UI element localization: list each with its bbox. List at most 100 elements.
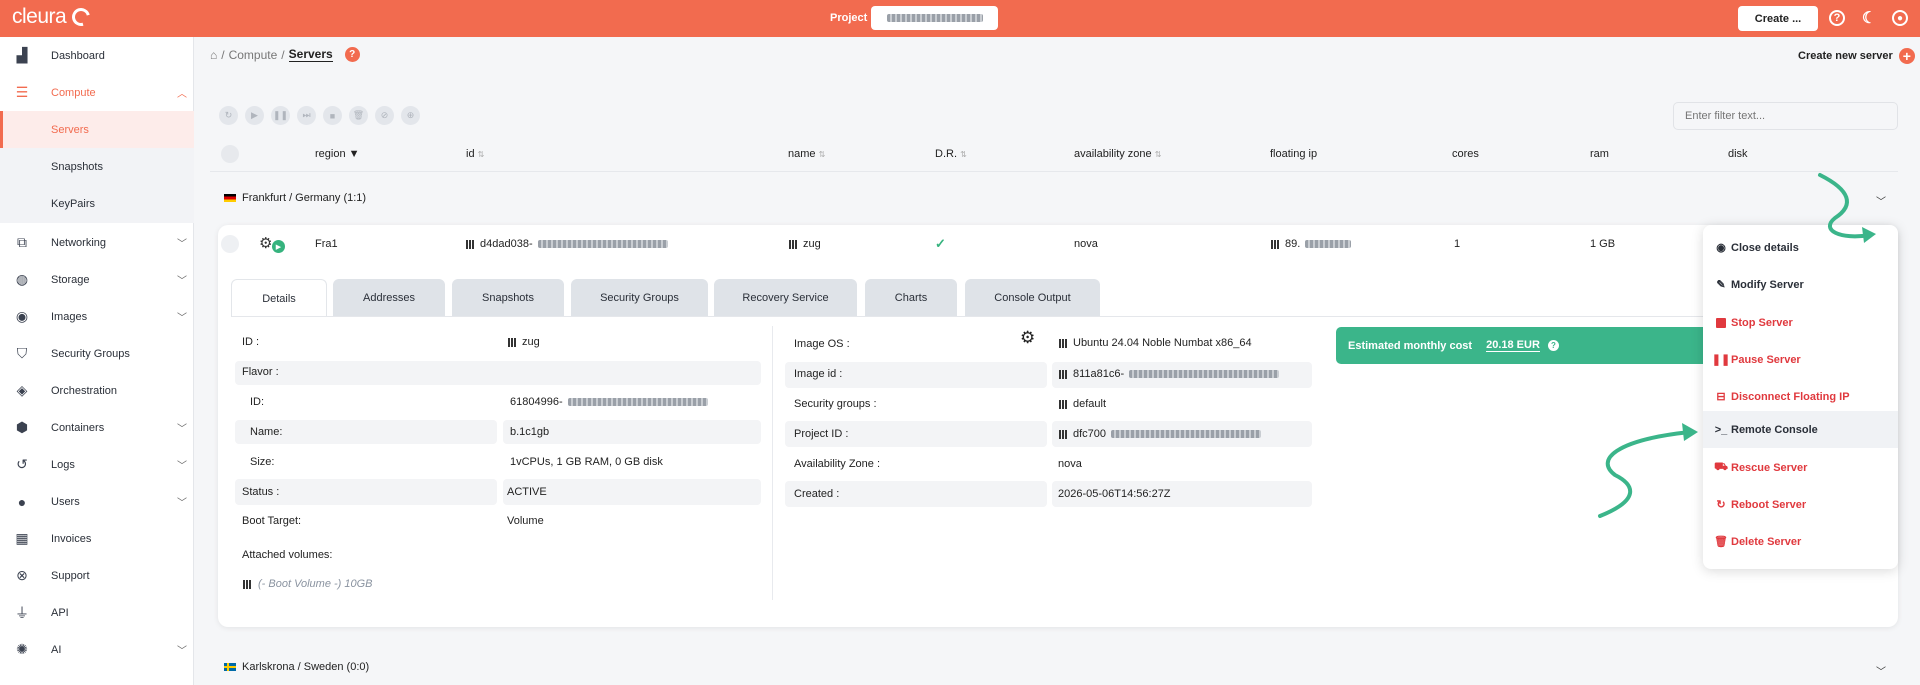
- menu-item-reboot-server[interactable]: ↻ Reboot Server: [1703, 486, 1898, 523]
- home-icon[interactable]: ⌂: [210, 48, 217, 62]
- menu-item-pause-server[interactable]: ❚❚ Pause Server: [1703, 341, 1898, 378]
- image-id-label: Image id :: [794, 368, 843, 380]
- menu-item-label: Rescue Server: [1731, 461, 1808, 474]
- help-icon[interactable]: ?: [344, 47, 360, 62]
- cancel-icon[interactable]: ⊘: [375, 106, 394, 125]
- sort-icon: ⇅: [477, 150, 485, 159]
- help-icon[interactable]: ?: [1547, 340, 1559, 351]
- sidebar-item-keypairs[interactable]: KeyPairs: [0, 185, 194, 222]
- plus-icon[interactable]: ⊕: [401, 106, 420, 125]
- sidebar-item-containers[interactable]: ⬢ Containers ﹀: [0, 409, 194, 446]
- column-header-region[interactable]: region ▼: [315, 148, 360, 160]
- cost-value[interactable]: 20.18 EUR: [1486, 339, 1540, 352]
- create-server-button[interactable]: Create new server +: [1798, 48, 1915, 64]
- breadcrumb: ⌂ / Compute / Servers ?: [210, 47, 360, 62]
- sidebar-item-support[interactable]: ⊗ Support: [0, 557, 194, 594]
- attached-volume-item[interactable]: (- Boot Volume -) 10GB: [243, 578, 373, 590]
- tab-security-groups[interactable]: Security Groups: [571, 279, 708, 316]
- edit-icon: ✎: [1716, 279, 1726, 291]
- sidebar-item-compute[interactable]: ☰ Compute ︿: [0, 74, 194, 111]
- redacted-flavor-id: [567, 398, 708, 406]
- sidebar-item-api[interactable]: ⏚ API: [0, 594, 194, 631]
- brand-name: cleura: [12, 5, 67, 28]
- sidebar-item-images[interactable]: ◉ Images ﹀: [0, 298, 194, 335]
- row-checkbox[interactable]: [221, 235, 239, 253]
- menu-item-label: Stop Server: [1731, 316, 1793, 329]
- user-icon[interactable]: ●: [1892, 10, 1908, 26]
- menu-item-disconnect-floating-ip[interactable]: ⊟ Disconnect Floating IP: [1703, 378, 1898, 415]
- project-select[interactable]: [871, 6, 998, 30]
- pause-icon[interactable]: ❚❚: [271, 106, 290, 125]
- created-value: 2026-05-06T14:56:27Z: [1058, 488, 1171, 500]
- sidebar-item-invoices[interactable]: ▦ Invoices: [0, 520, 194, 557]
- play-icon[interactable]: ▶: [245, 106, 264, 125]
- project-id-value[interactable]: dfc700: [1059, 428, 1262, 440]
- sidebar-item-logs[interactable]: ↺ Logs ﹀: [0, 446, 194, 483]
- redacted-project-name: [886, 14, 983, 22]
- breadcrumb-separator: /: [281, 47, 285, 62]
- attached-volumes-label: Attached volumes:: [242, 549, 333, 561]
- detail-id-value[interactable]: zug: [508, 336, 540, 348]
- column-header-id[interactable]: id ⇅: [466, 148, 484, 160]
- sidebar-item-networking[interactable]: ⧉ Networking ﹀: [0, 224, 194, 261]
- chevron-down-icon[interactable]: ﹀: [1876, 663, 1886, 678]
- breadcrumb-compute[interactable]: Compute: [229, 48, 278, 62]
- grid-icon: [1271, 239, 1280, 249]
- security-groups-value[interactable]: default: [1059, 398, 1106, 410]
- tab-console-output[interactable]: Console Output: [965, 279, 1100, 316]
- server-name[interactable]: zug: [789, 238, 821, 250]
- help-icon[interactable]: ?: [1829, 10, 1845, 26]
- select-all-checkbox[interactable]: [221, 145, 239, 163]
- region-group-karlskrona[interactable]: Karlskrona / Sweden (0:0): [224, 661, 369, 673]
- detail-id-text: zug: [522, 336, 540, 348]
- trash-icon: 🗑: [1714, 536, 1728, 548]
- sidebar-item-servers[interactable]: Servers: [0, 111, 194, 148]
- menu-item-stop-server[interactable]: Stop Server: [1703, 304, 1898, 341]
- redacted-id: [537, 240, 668, 248]
- menu-item-remote-console[interactable]: >_ Remote Console: [1703, 411, 1898, 448]
- column-header-dr[interactable]: D.R. ⇅: [935, 148, 967, 160]
- sidebar-item-users[interactable]: ● Users ﹀: [0, 483, 194, 520]
- calculator-icon: ▦: [15, 530, 29, 546]
- image-id-value[interactable]: 811a81c6-: [1059, 368, 1280, 380]
- menu-item-rescue-server[interactable]: ⛟ Rescue Server: [1703, 449, 1898, 486]
- sort-icon: ⇅: [960, 150, 967, 159]
- menu-item-label: Reboot Server: [1731, 498, 1807, 511]
- tab-details[interactable]: Details: [231, 279, 327, 317]
- server-floating-ip[interactable]: 89.: [1271, 238, 1352, 250]
- create-button[interactable]: Create ...: [1738, 6, 1818, 31]
- database-icon: ◍: [15, 271, 29, 287]
- tab-charts[interactable]: Charts: [865, 279, 957, 316]
- filter-input[interactable]: [1673, 102, 1898, 130]
- network-icon: ⧉: [17, 234, 27, 250]
- cleura-logo[interactable]: cleura: [12, 4, 94, 30]
- sidebar-item-ai[interactable]: ✺ AI ﹀: [0, 631, 194, 668]
- image-os-text: Ubuntu 24.04 Noble Numbat x86_64: [1073, 337, 1252, 349]
- server-id[interactable]: d4dad038-: [466, 238, 668, 250]
- tab-snapshots[interactable]: Snapshots: [452, 279, 564, 316]
- trash-icon[interactable]: 🗑: [349, 106, 368, 125]
- menu-item-delete-server[interactable]: 🗑 Delete Server: [1703, 523, 1898, 560]
- column-header-availability-zone[interactable]: availability zone ⇅: [1074, 148, 1161, 160]
- region-group-frankfurt[interactable]: Frankfurt / Germany (1:1): [224, 192, 366, 204]
- tab-recovery-service[interactable]: Recovery Service: [714, 279, 857, 316]
- column-header-disk: disk: [1728, 148, 1748, 160]
- sidebar-item-storage[interactable]: ◍ Storage ﹀: [0, 261, 194, 298]
- grid-icon: [1059, 399, 1068, 409]
- refresh-icon[interactable]: ↻: [219, 106, 238, 125]
- grid-icon: [466, 239, 475, 249]
- user-icon: ●: [17, 493, 27, 510]
- image-os-value[interactable]: Ubuntu 24.04 Noble Numbat x86_64: [1059, 337, 1252, 349]
- moon-icon[interactable]: ☾: [1860, 9, 1878, 27]
- skip-icon[interactable]: ⏭: [297, 106, 316, 125]
- sidebar-item-orchestration[interactable]: ◈ Orchestration: [0, 372, 194, 409]
- menu-item-modify-server[interactable]: ✎ Modify Server: [1703, 266, 1898, 303]
- sidebar-item-snapshots[interactable]: Snapshots: [0, 148, 194, 185]
- column-header-name[interactable]: name ⇅: [788, 148, 825, 160]
- tab-addresses[interactable]: Addresses: [333, 279, 445, 316]
- sidebar-item-dashboard[interactable]: ▟ Dashboard: [0, 37, 194, 74]
- sidebar-item-security-groups[interactable]: ⛉ Security Groups: [0, 335, 194, 372]
- stop-icon[interactable]: ■: [323, 106, 342, 125]
- ubuntu-icon: ⚙: [1020, 328, 1036, 347]
- grid-icon: [1059, 369, 1068, 379]
